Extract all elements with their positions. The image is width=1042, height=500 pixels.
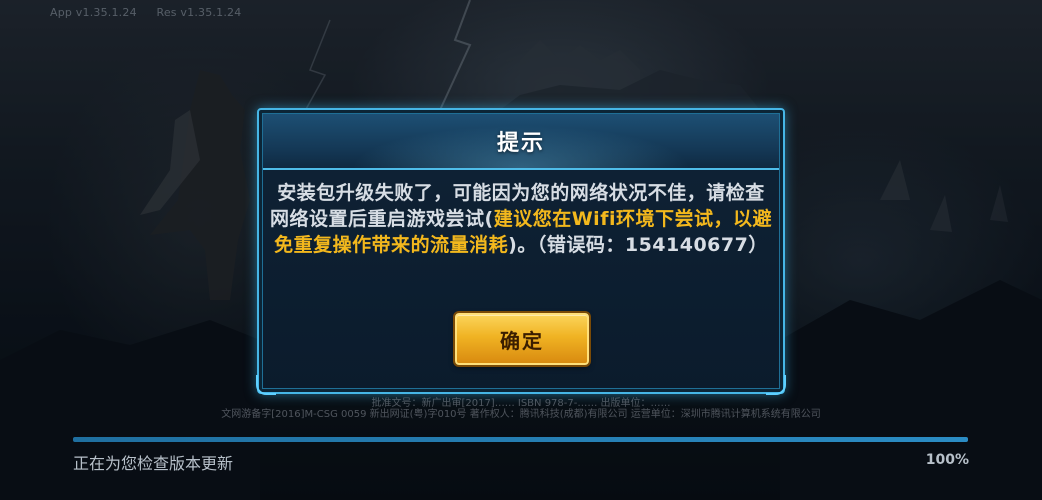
update-progress-fill [73, 437, 968, 442]
res-version: Res v1.35.1.24 [156, 6, 242, 19]
error-dialog: 提示 安装包升级失败了，可能因为您的网络状况不佳，请检查网络设置后重启游戏尝试(… [256, 108, 786, 395]
update-progress-bar [73, 437, 968, 442]
update-percent: 100% [925, 452, 969, 468]
dialog-header: 提示 [263, 114, 779, 170]
dialog-message: 安装包升级失败了，可能因为您的网络状况不佳，请检查网络设置后重启游戏尝试(建议您… [269, 180, 773, 258]
dialog-title: 提示 [496, 131, 545, 156]
update-status-text: 正在为您检查版本更新 [73, 454, 234, 473]
message-error-code: )。（错误码：154140677） [508, 234, 768, 256]
corner-ornament-right [766, 375, 786, 395]
corner-ornament-left [256, 375, 276, 395]
app-version: App v1.35.1.24 [50, 6, 137, 19]
legal-text-line2: 文网游备字[2016]M-CSG 0059 新出网证(粤)字010号 著作权人：… [221, 409, 821, 420]
version-info: App v1.35.1.24 Res v1.35.1.24 [50, 6, 257, 19]
confirm-button[interactable]: 确定 [455, 313, 589, 365]
